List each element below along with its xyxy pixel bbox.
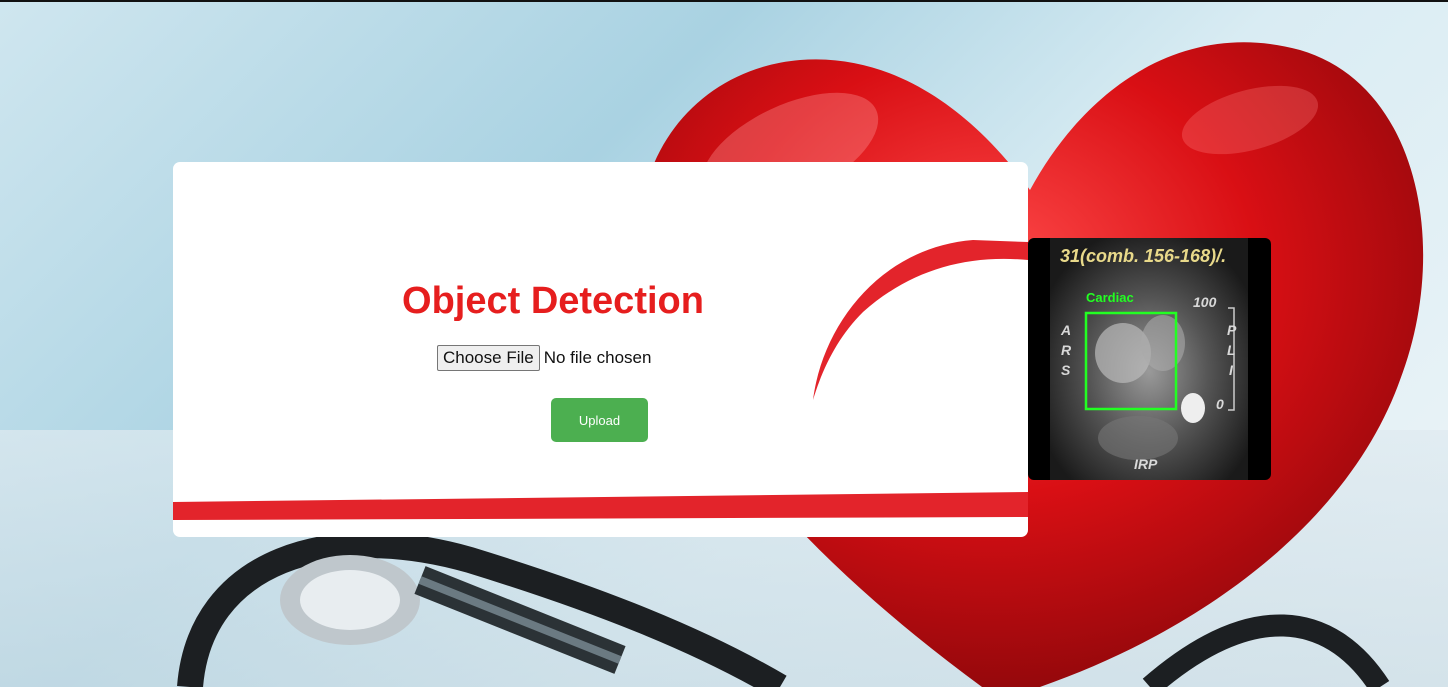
orientation-letter: I — [1229, 362, 1233, 378]
orientation-letter: A — [1061, 322, 1072, 338]
upload-card: Object Detection Choose File No file cho… — [173, 162, 1028, 537]
mri-bottom-text: IRP — [1134, 456, 1158, 472]
mri-scan-image — [1050, 238, 1248, 480]
detection-label: Cardiac — [1086, 290, 1134, 305]
upload-button[interactable]: Upload — [551, 398, 648, 442]
file-input[interactable]: Choose File No file chosen — [437, 345, 651, 371]
orientation-letter: P — [1227, 322, 1237, 338]
page-title: Object Detection — [402, 280, 704, 322]
choose-file-button[interactable]: Choose File — [437, 345, 540, 371]
scale-top-label: 100 — [1193, 294, 1217, 310]
file-status-text: No file chosen — [543, 348, 652, 367]
scale-bottom-label: 0 — [1216, 396, 1224, 412]
mri-header-text: 31(comb. 156-168)/. — [1060, 246, 1227, 266]
orientation-letter: R — [1061, 342, 1072, 358]
page: Object Detection Choose File No file cho… — [0, 0, 1448, 687]
orientation-letter: S — [1061, 362, 1071, 378]
detection-result-image: 31(comb. 156-168)/. Cardiac 100 0 A R S … — [1028, 238, 1271, 480]
orientation-letter: L — [1227, 342, 1236, 358]
